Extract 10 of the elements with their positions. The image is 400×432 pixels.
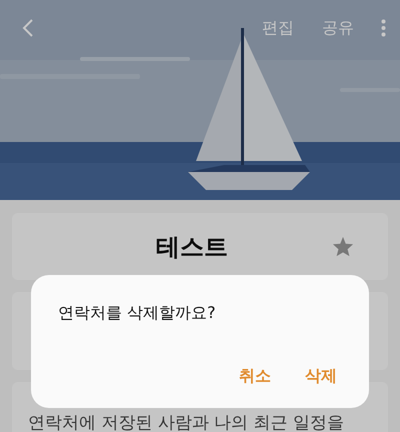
toolbar-action[interactable]: 공유 (314, 14, 362, 42)
more-icon[interactable] (380, 19, 386, 37)
back-icon[interactable] (22, 18, 34, 38)
dialog-button[interactable]: 취소 (233, 362, 277, 391)
dialog-button[interactable]: 삭제 (299, 362, 343, 391)
dialog-message: 연락처를 삭제할까요? (58, 303, 217, 324)
contact-name: 테스트 (155, 232, 229, 262)
info-text: 연락처에 저장된 사람과 나의 최근 일정을 (28, 412, 344, 432)
toolbar-action[interactable]: 편집 (254, 14, 302, 42)
star-icon[interactable] (332, 236, 354, 257)
